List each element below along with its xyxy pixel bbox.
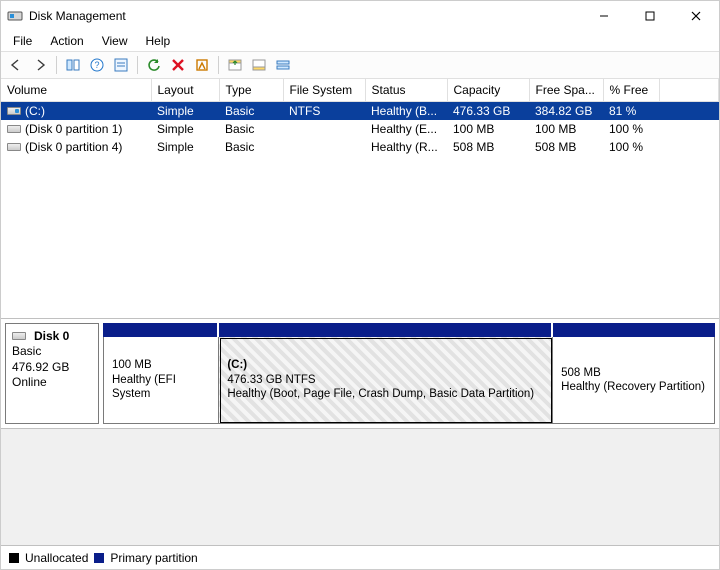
partition-line1: 508 MB [561,366,706,380]
volume-capacity: 476.33 GB [453,104,510,118]
volume-type: Basic [225,122,254,136]
disk-map-pane: Disk 0 Basic 476.92 GB Online 100 MBHeal… [1,319,719,429]
volume-name: (Disk 0 partition 1) [25,122,122,136]
partition-line2: Healthy (EFI System [112,373,210,402]
top-list-button[interactable] [224,54,246,76]
col-layout[interactable]: Layout [151,79,219,101]
disk-label: Disk 0 [34,329,69,343]
partition-title: (C:) [227,358,544,372]
table-row[interactable]: (C:) Simple Basic NTFS Healthy (B... 476.33 G… [1,101,719,120]
menu-action[interactable]: Action [42,32,91,50]
partition-box[interactable]: 508 MBHealthy (Recovery Partition) [553,337,715,424]
disk-type: Basic [12,344,92,358]
show-hide-console-button[interactable] [62,54,84,76]
volume-free: 508 MB [535,140,576,154]
refresh-button[interactable] [143,54,165,76]
disk-size: 476.92 GB [12,360,92,374]
toolbar: ? [1,51,719,79]
legend-swatch-primary [94,553,104,563]
drive-icon [7,125,21,133]
back-button[interactable] [5,54,27,76]
minimize-button[interactable] [581,1,627,31]
volume-pct: 100 % [609,140,643,154]
volume-capacity: 100 MB [453,122,494,136]
svg-text:?: ? [94,60,99,70]
volume-status: Healthy (B... [371,104,437,118]
settings-button[interactable] [110,54,132,76]
disk-info-box[interactable]: Disk 0 Basic 476.92 GB Online [5,323,99,424]
partition-stripe [103,323,715,337]
partition-box[interactable]: 100 MBHealthy (EFI System [103,337,219,424]
volume-pct: 100 % [609,122,643,136]
volume-pct: 81 % [609,104,636,118]
legend-unallocated: Unallocated [25,551,88,565]
legend-primary: Primary partition [110,551,197,565]
delete-button[interactable] [167,54,189,76]
volume-layout: Simple [157,140,194,154]
app-icon [7,8,23,24]
partition-box[interactable]: (C:)476.33 GB NTFSHealthy (Boot, Page Fi… [219,337,553,424]
volume-status: Healthy (R... [371,140,438,154]
volume-layout: Simple [157,122,194,136]
col-capacity[interactable]: Capacity [447,79,529,101]
bottom-list-button[interactable] [248,54,270,76]
volume-fs: NTFS [289,104,320,118]
volume-type: Basic [225,104,254,118]
disk-state: Online [12,375,92,389]
properties-button[interactable] [191,54,213,76]
col-status[interactable]: Status [365,79,447,101]
volume-layout: Simple [157,104,194,118]
volume-type: Basic [225,140,254,154]
partition-line1: 100 MB [112,358,210,372]
volume-name: (C:) [25,104,45,118]
volume-list-pane[interactable]: Volume Layout Type File System Status Ca… [1,79,719,319]
volume-status: Healthy (E... [371,122,437,136]
partition-line2: Healthy (Recovery Partition) [561,380,706,394]
volume-name: (Disk 0 partition 4) [25,140,122,154]
drive-icon [7,107,21,115]
maximize-button[interactable] [627,1,673,31]
graphical-view-button[interactable] [272,54,294,76]
window-title: Disk Management [29,9,126,23]
volume-capacity: 508 MB [453,140,494,154]
volume-free: 100 MB [535,122,576,136]
help-button[interactable]: ? [86,54,108,76]
titlebar: Disk Management [1,1,719,31]
empty-area [1,429,719,545]
col-type[interactable]: Type [219,79,283,101]
disk-icon [12,332,26,340]
legend-bar: Unallocated Primary partition [1,545,719,569]
menu-view[interactable]: View [94,32,136,50]
forward-button[interactable] [29,54,51,76]
legend-swatch-unallocated [9,553,19,563]
partition-line2: Healthy (Boot, Page File, Crash Dump, Ba… [227,387,544,401]
main-area: Volume Layout Type File System Status Ca… [1,79,719,545]
col-freespace[interactable]: Free Spa... [529,79,603,101]
col-fs[interactable]: File System [283,79,365,101]
col-volume[interactable]: Volume [1,79,151,101]
table-header-row: Volume Layout Type File System Status Ca… [1,79,719,101]
close-button[interactable] [673,1,719,31]
volume-free: 384.82 GB [535,104,592,118]
menubar: File Action View Help [1,31,719,51]
menu-file[interactable]: File [5,32,40,50]
table-row[interactable]: (Disk 0 partition 4) Simple Basic Healthy (… [1,138,719,156]
col-spacer [659,79,719,101]
menu-help[interactable]: Help [138,32,179,50]
partition-strip: 100 MBHealthy (EFI System(C:)476.33 GB N… [103,323,715,424]
partition-line1: 476.33 GB NTFS [227,373,544,387]
drive-icon [7,143,21,151]
volume-table: Volume Layout Type File System Status Ca… [1,79,719,156]
col-pctfree[interactable]: % Free [603,79,659,101]
table-row[interactable]: (Disk 0 partition 1) Simple Basic Healthy (… [1,120,719,138]
